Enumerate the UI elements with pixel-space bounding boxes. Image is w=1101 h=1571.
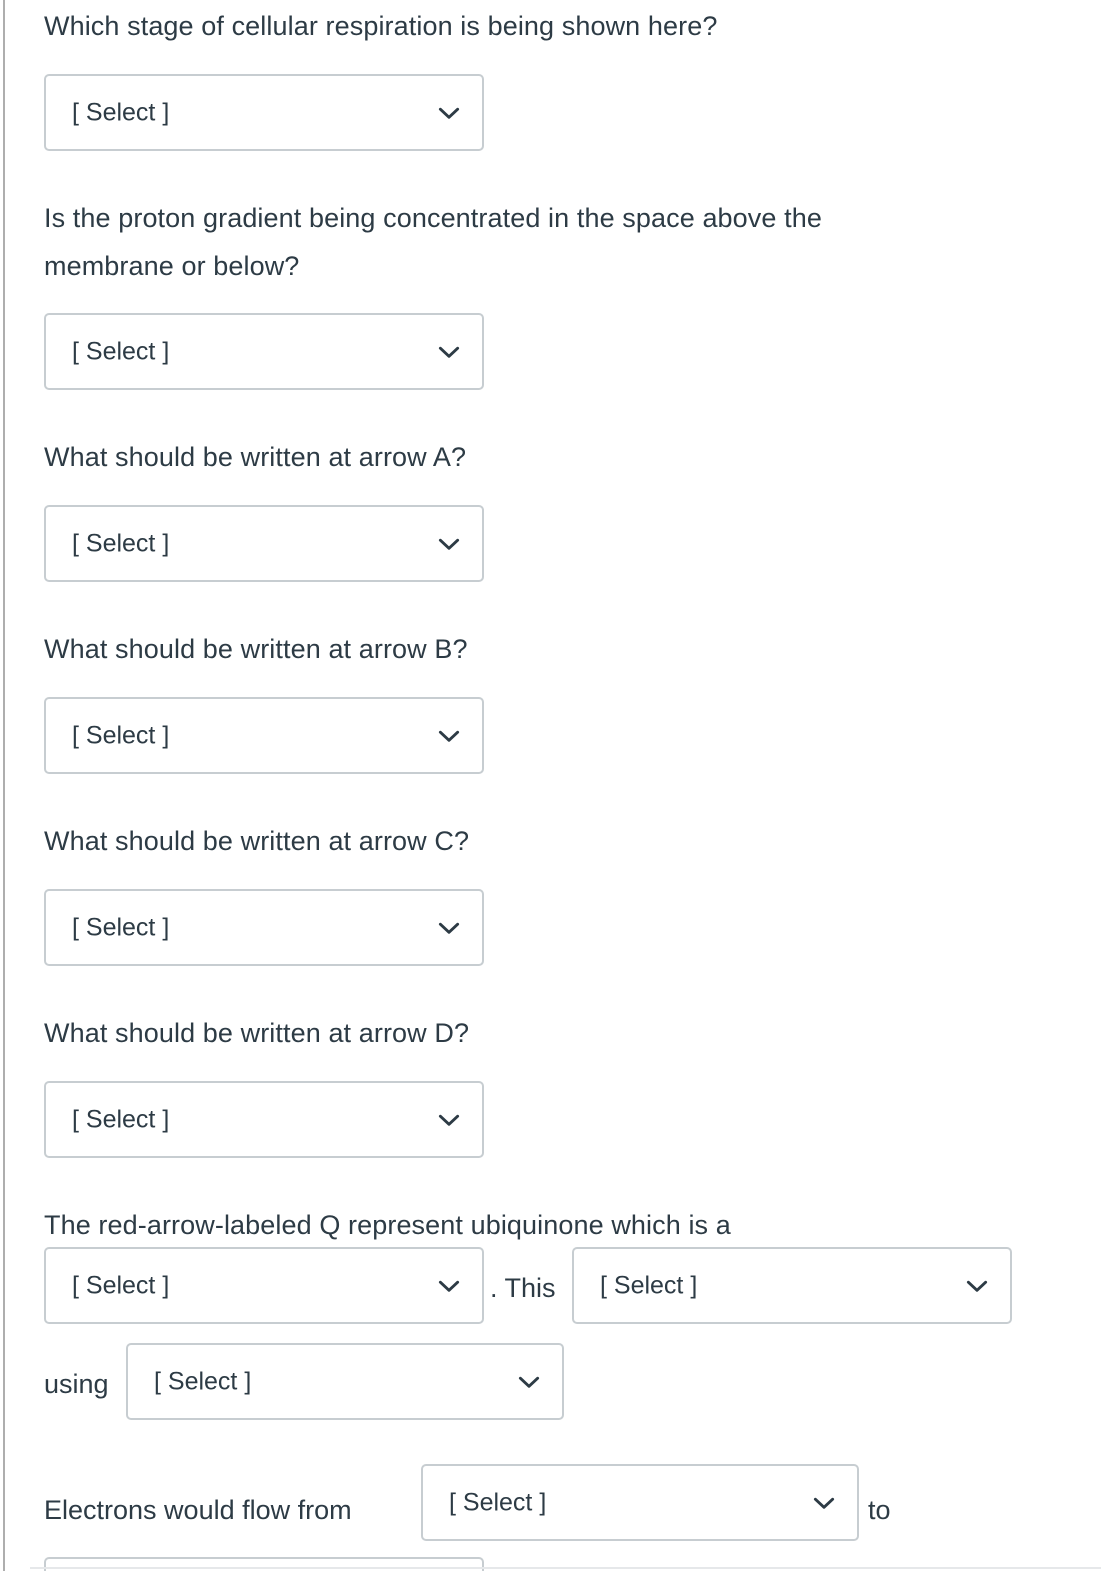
- select-electron-flow-from-value: [ Select ]: [449, 1488, 547, 1516]
- question-prompt-arrow-a: What should be written at arrow A?: [44, 442, 467, 472]
- section-divider: [30, 1567, 1101, 1569]
- using-label: using: [44, 1369, 109, 1399]
- question-prompt-stage: Which stage of cellular respiration is b…: [44, 11, 718, 41]
- electron-flow-lead-text: Electrons would flow from: [44, 1495, 352, 1525]
- using-label-row: using: [44, 1366, 109, 1402]
- select-stage[interactable]: [ Select ]: [44, 74, 484, 151]
- select-proton-gradient-value: [ Select ]: [72, 337, 170, 365]
- select-ubiquinone-using[interactable]: [ Select ]: [126, 1343, 564, 1420]
- quiz-question-page: Which stage of cellular respiration is b…: [0, 0, 1101, 1571]
- question-prompt-arrow-d: What should be written at arrow D?: [44, 1018, 470, 1048]
- select-electron-flow-from[interactable]: [ Select ]: [421, 1464, 859, 1541]
- ubiquinone-connector-text: . This: [490, 1273, 556, 1303]
- select-arrow-b[interactable]: [ Select ]: [44, 697, 484, 774]
- chevron-down-icon: [516, 1369, 542, 1395]
- select-stage-value: [ Select ]: [72, 98, 170, 126]
- chevron-down-icon: [436, 1107, 462, 1133]
- chevron-down-icon: [436, 1273, 462, 1299]
- select-arrow-c-value: [ Select ]: [72, 913, 170, 941]
- ubiquinone-connector: . This: [490, 1270, 556, 1306]
- question-content: Which stage of cellular respiration is b…: [44, 0, 1101, 1571]
- select-ubiquinone-type-value: [ Select ]: [72, 1271, 170, 1299]
- select-proton-gradient[interactable]: [ Select ]: [44, 313, 484, 390]
- select-ubiquinone-action-value: [ Select ]: [600, 1271, 698, 1299]
- chevron-down-icon: [811, 1490, 837, 1516]
- electron-flow-trail-text: to: [868, 1495, 891, 1525]
- select-ubiquinone-type[interactable]: [ Select ]: [44, 1247, 484, 1324]
- question-block-left-rule: [3, 0, 5, 1571]
- select-arrow-c[interactable]: [ Select ]: [44, 889, 484, 966]
- select-ubiquinone-action[interactable]: [ Select ]: [572, 1247, 1012, 1324]
- chevron-down-icon: [436, 100, 462, 126]
- electron-flow-trail-row: to: [868, 1492, 891, 1528]
- chevron-down-icon: [436, 531, 462, 557]
- question-prompt-proton-gradient: Is the proton gradient being concentrate…: [44, 203, 822, 281]
- select-arrow-d-value: [ Select ]: [72, 1105, 170, 1133]
- chevron-down-icon: [436, 915, 462, 941]
- select-arrow-a[interactable]: [ Select ]: [44, 505, 484, 582]
- select-arrow-a-value: [ Select ]: [72, 529, 170, 557]
- chevron-down-icon: [436, 723, 462, 749]
- question-prompt-arrow-b: What should be written at arrow B?: [44, 634, 468, 664]
- electron-flow-lead-row: Electrons would flow from: [44, 1492, 352, 1528]
- question-prompt-arrow-c: What should be written at arrow C?: [44, 826, 470, 856]
- select-arrow-b-value: [ Select ]: [72, 721, 170, 749]
- chevron-down-icon: [436, 339, 462, 365]
- select-ubiquinone-using-value: [ Select ]: [154, 1367, 252, 1395]
- question-prompt-ubiquinone: The red-arrow-labeled Q represent ubiqui…: [44, 1210, 731, 1240]
- chevron-down-icon: [964, 1273, 990, 1299]
- select-arrow-d[interactable]: [ Select ]: [44, 1081, 484, 1158]
